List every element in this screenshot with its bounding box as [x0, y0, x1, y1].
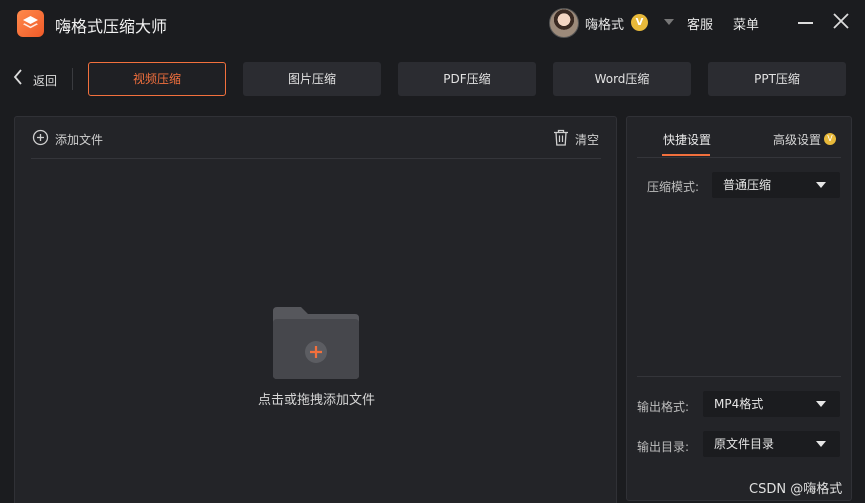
back-label[interactable]: 返回 — [33, 72, 57, 89]
trash-icon — [554, 129, 568, 146]
vip-badge-icon: V — [824, 133, 836, 145]
plus-circle-icon — [32, 129, 49, 146]
tab-video-compress[interactable]: 视频压缩 — [88, 62, 226, 96]
divider — [31, 158, 601, 159]
tab-word-compress[interactable]: Word压缩 — [553, 62, 691, 96]
output-format-select[interactable]: MP4格式 — [703, 391, 840, 417]
chevron-left-icon — [13, 69, 22, 85]
clear-button[interactable] — [553, 129, 569, 150]
output-dir-select[interactable]: 原文件目录 — [703, 431, 840, 457]
file-panel: 添加文件 清空 点击或拖拽添加文件 — [14, 116, 617, 503]
menu-link[interactable]: 菜单 — [733, 14, 759, 33]
tab-ppt-compress[interactable]: PPT压缩 — [708, 62, 846, 96]
divider — [637, 157, 841, 158]
chevron-down-icon[interactable] — [664, 19, 674, 25]
divider — [72, 68, 73, 90]
watermark: CSDN @嗨格式 — [749, 482, 843, 497]
settings-panel: 快捷设置 高级设置 V 压缩模式: 普通压缩 输出格式: MP4格式 输出目录:… — [626, 116, 852, 501]
compress-mode-value: 普通压缩 — [723, 178, 772, 192]
tab-quick-settings[interactable]: 快捷设置 — [663, 131, 711, 148]
clear-label[interactable]: 清空 — [575, 131, 599, 148]
chevron-down-icon — [816, 441, 826, 447]
compress-mode-select[interactable]: 普通压缩 — [712, 172, 840, 198]
tab-advanced-settings[interactable]: 高级设置 — [773, 131, 821, 148]
tab-pdf-compress[interactable]: PDF压缩 — [398, 62, 536, 96]
active-tab-indicator — [662, 154, 710, 156]
close-button[interactable] — [832, 12, 850, 30]
output-format-value: MP4格式 — [714, 397, 764, 411]
chevron-down-icon — [816, 182, 826, 188]
divider — [637, 376, 841, 377]
close-icon — [833, 13, 849, 29]
add-file-label[interactable]: 添加文件 — [55, 131, 103, 148]
tab-image-compress[interactable]: 图片压缩 — [243, 62, 381, 96]
output-dir-label: 输出目录: — [637, 440, 690, 454]
chevron-down-icon — [816, 401, 826, 407]
layers-icon — [17, 10, 44, 37]
avatar[interactable] — [549, 8, 579, 38]
customer-service-link[interactable]: 客服 — [687, 14, 713, 33]
app-title: 嗨格式压缩大师 — [55, 17, 168, 36]
username[interactable]: 嗨格式 — [585, 14, 624, 33]
title-bar: 嗨格式压缩大师 嗨格式 V 客服 菜单 — [0, 0, 865, 48]
drop-hint[interactable]: 点击或拖拽添加文件 — [15, 389, 618, 408]
add-folder-icon[interactable] — [271, 305, 361, 383]
compress-mode-label: 压缩模式: — [647, 180, 700, 194]
add-file-button[interactable] — [32, 129, 49, 147]
vip-badge: V — [631, 14, 648, 31]
minimize-button[interactable] — [796, 12, 816, 32]
output-format-label: 输出格式: — [637, 400, 690, 414]
output-dir-value: 原文件目录 — [714, 437, 775, 451]
back-button[interactable] — [12, 68, 24, 88]
